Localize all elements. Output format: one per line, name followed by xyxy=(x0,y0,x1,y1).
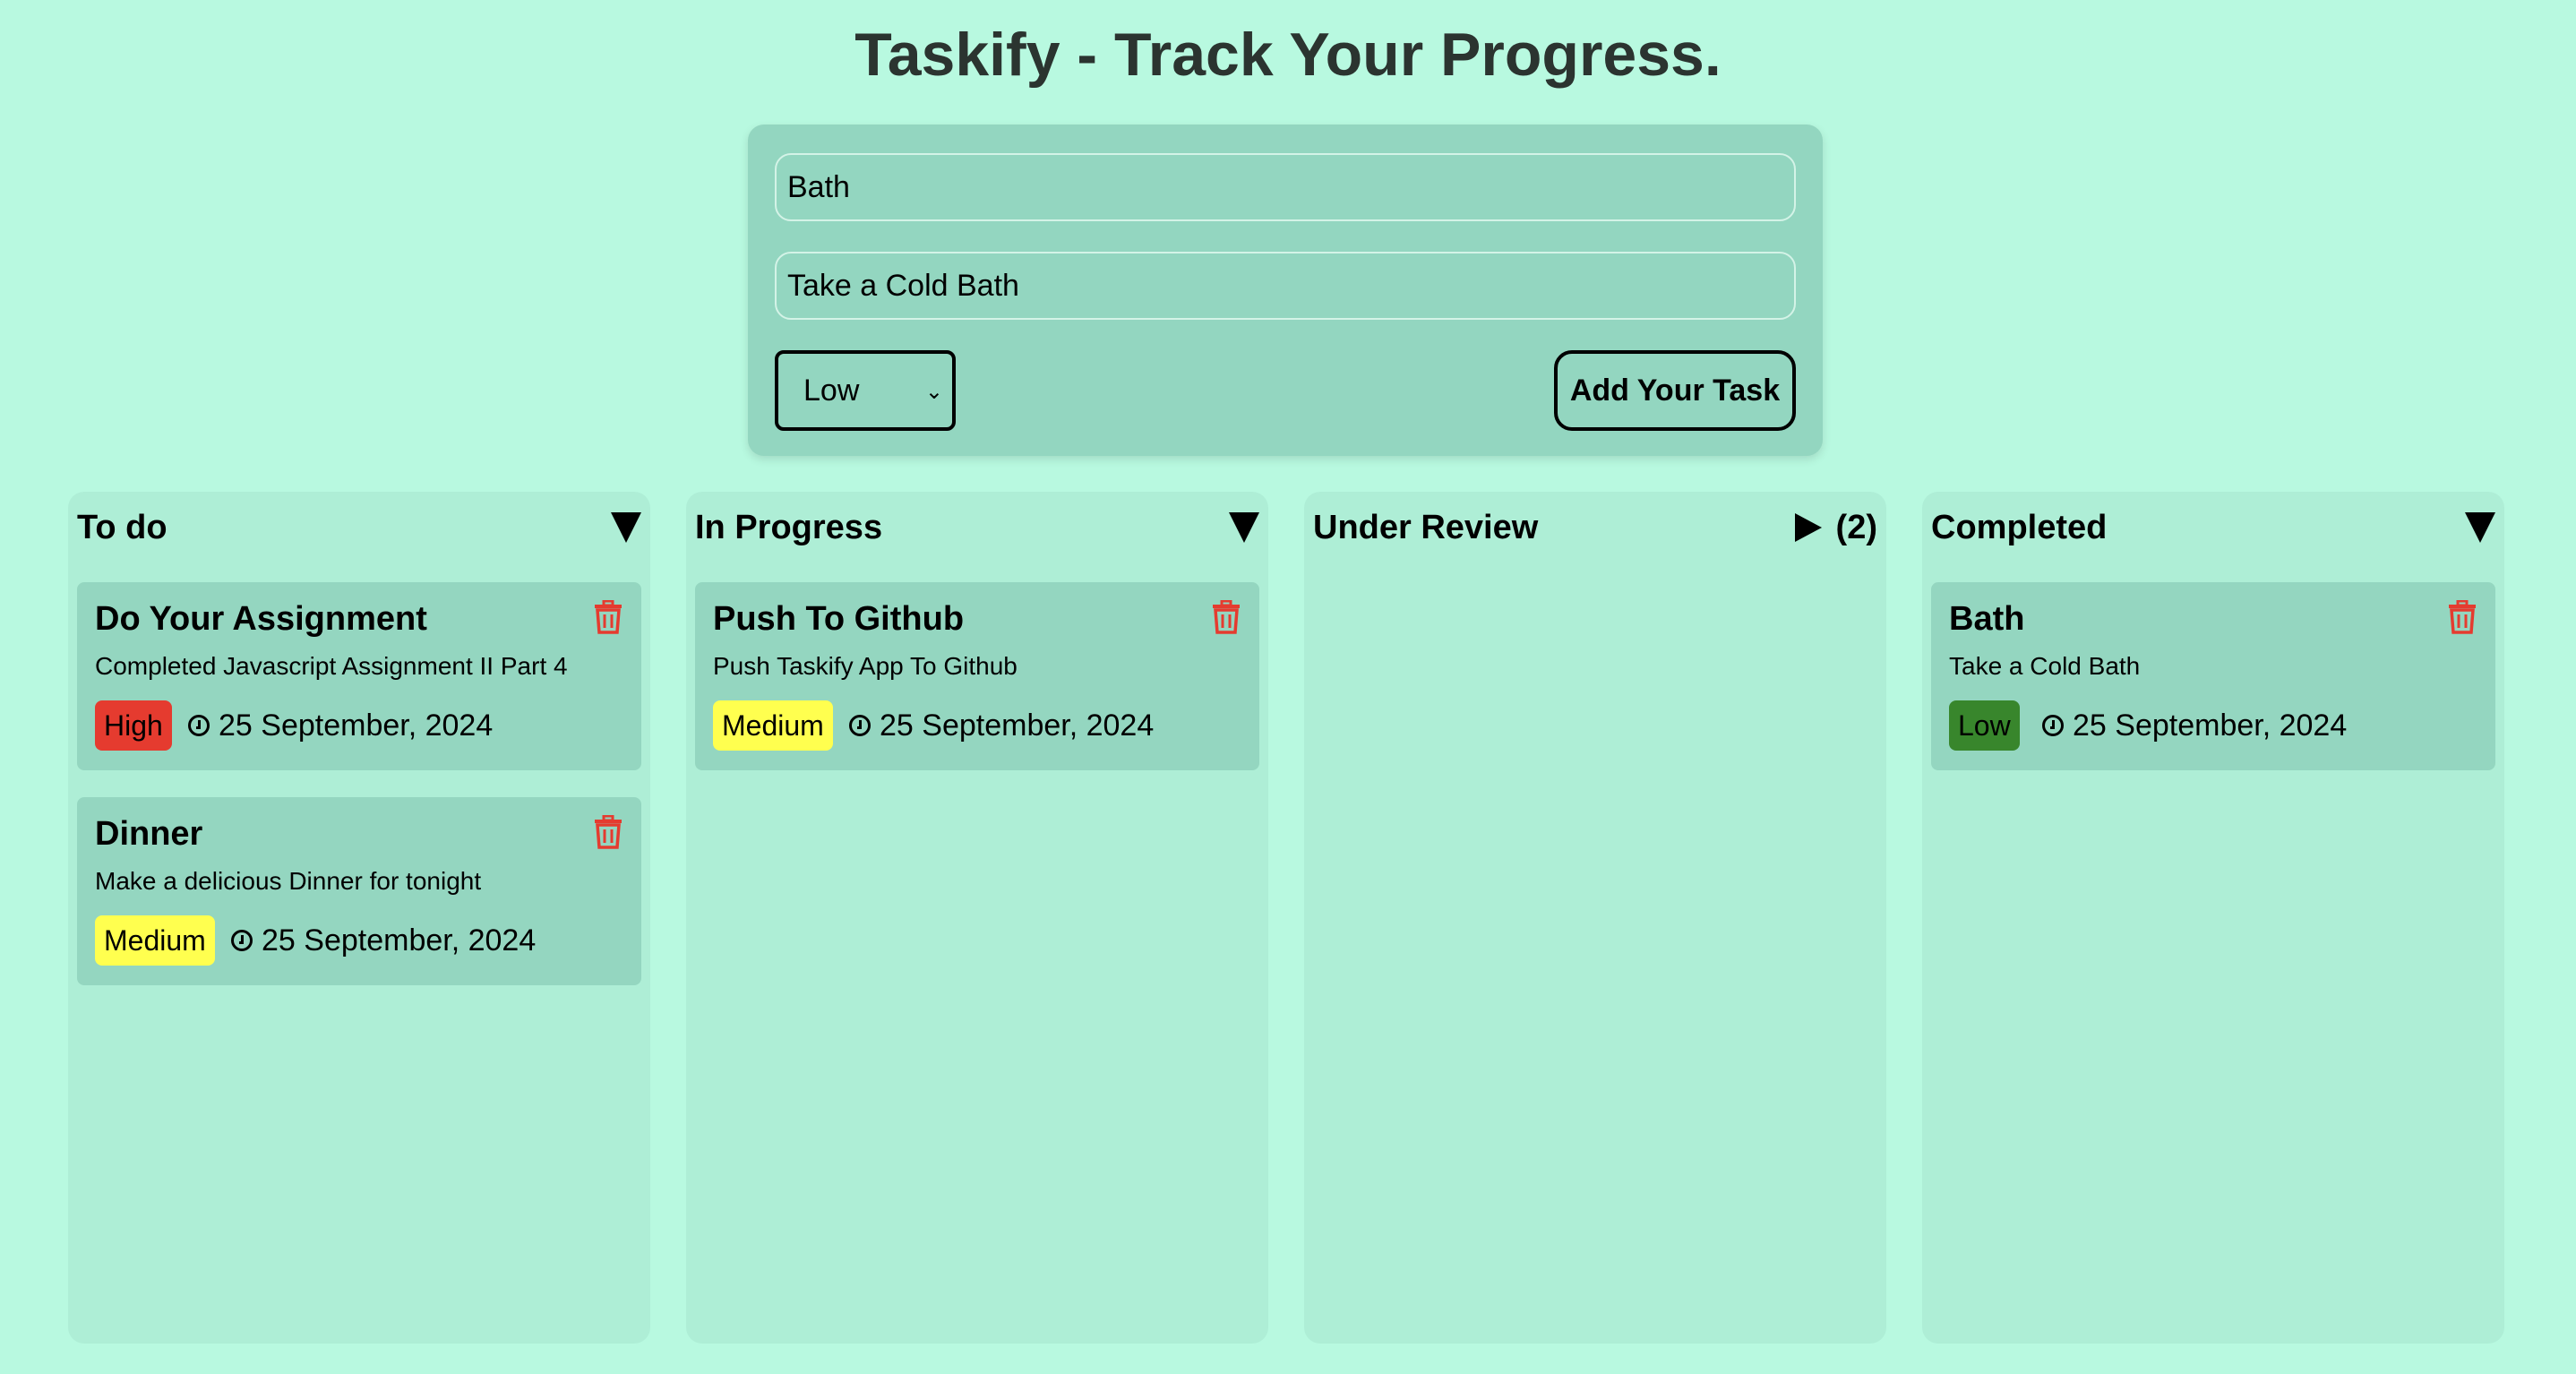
task-date-text: 25 September, 2024 xyxy=(262,923,537,958)
column-in-progress: In Progress Push To Github Push Taskify … xyxy=(686,492,1268,1344)
priority-badge: Medium xyxy=(95,915,215,966)
column-header: Under Review (2) xyxy=(1313,501,1877,554)
task-date: 25 September, 2024 xyxy=(849,700,1154,751)
clock-icon xyxy=(849,715,871,736)
task-title: Do Your Assignment xyxy=(95,600,427,638)
task-description: Make a delicious Dinner for tonight xyxy=(95,867,482,895)
column-header: To do xyxy=(77,501,641,554)
priority-badge: Medium xyxy=(713,700,833,751)
task-card[interactable]: Dinner Make a delicious Dinner for tonig… xyxy=(77,797,641,985)
column-toggle[interactable]: (2) xyxy=(1794,508,1877,547)
trash-icon[interactable] xyxy=(593,815,623,849)
trash-icon[interactable] xyxy=(593,600,623,634)
task-card[interactable]: Do Your Assignment Completed Javascript … xyxy=(77,582,641,770)
clock-icon xyxy=(231,930,253,951)
triangle-down-icon xyxy=(2465,512,2495,543)
priority-select[interactable]: Low ⌄ xyxy=(775,350,956,431)
clock-icon xyxy=(188,715,210,736)
chevron-down-icon: ⌄ xyxy=(924,380,943,404)
triangle-down-icon xyxy=(611,512,641,543)
task-title: Dinner xyxy=(95,815,203,853)
task-date: 25 September, 2024 xyxy=(188,700,493,751)
task-title: Push To Github xyxy=(713,600,965,638)
column-title: To do xyxy=(77,508,167,546)
column-title: In Progress xyxy=(695,508,883,546)
column-completed: Completed Bath Take a Cold Bath Low 25 S… xyxy=(1922,492,2504,1344)
collapsed-count: (2) xyxy=(1835,508,1877,546)
column-title: Completed xyxy=(1931,508,2108,546)
column-header: In Progress xyxy=(695,501,1259,554)
task-card[interactable]: Bath Take a Cold Bath Low 25 September, … xyxy=(1931,582,2495,770)
task-title: Bath xyxy=(1949,600,2025,638)
column-under-review: Under Review (2) xyxy=(1304,492,1886,1344)
priority-badge: Low xyxy=(1949,700,2020,751)
triangle-right-icon xyxy=(1794,513,1822,542)
task-date-text: 25 September, 2024 xyxy=(880,708,1155,743)
trash-icon[interactable] xyxy=(2447,600,2477,634)
task-description-input[interactable] xyxy=(775,252,1796,320)
priority-select-value: Low xyxy=(803,373,860,408)
task-date-text: 25 September, 2024 xyxy=(219,708,494,743)
trash-icon[interactable] xyxy=(1211,600,1241,634)
column-toggle[interactable] xyxy=(611,512,641,543)
task-title-input[interactable] xyxy=(775,153,1796,221)
column-title: Under Review xyxy=(1313,508,1539,546)
clock-icon xyxy=(2042,715,2064,736)
task-date: 25 September, 2024 xyxy=(231,915,536,966)
page-title: Taskify - Track Your Progress. xyxy=(854,21,1722,89)
column-toggle[interactable] xyxy=(1229,512,1259,543)
triangle-down-icon xyxy=(1229,512,1259,543)
priority-badge: High xyxy=(95,700,172,751)
column-header: Completed xyxy=(1931,501,2495,554)
task-description: Take a Cold Bath xyxy=(1949,652,2141,680)
add-task-button[interactable]: Add Your Task xyxy=(1554,350,1796,431)
task-form: Low ⌄ Add Your Task xyxy=(748,125,1823,456)
column-todo: To do Do Your Assignment Completed Javas… xyxy=(68,492,650,1344)
task-description: Push Taskify App To Github xyxy=(713,652,1018,680)
task-date: 25 September, 2024 xyxy=(2042,700,2347,751)
column-toggle[interactable] xyxy=(2465,512,2495,543)
task-description: Completed Javascript Assignment II Part … xyxy=(95,652,568,680)
task-date-text: 25 September, 2024 xyxy=(2073,708,2348,743)
task-card[interactable]: Push To Github Push Taskify App To Githu… xyxy=(695,582,1259,770)
